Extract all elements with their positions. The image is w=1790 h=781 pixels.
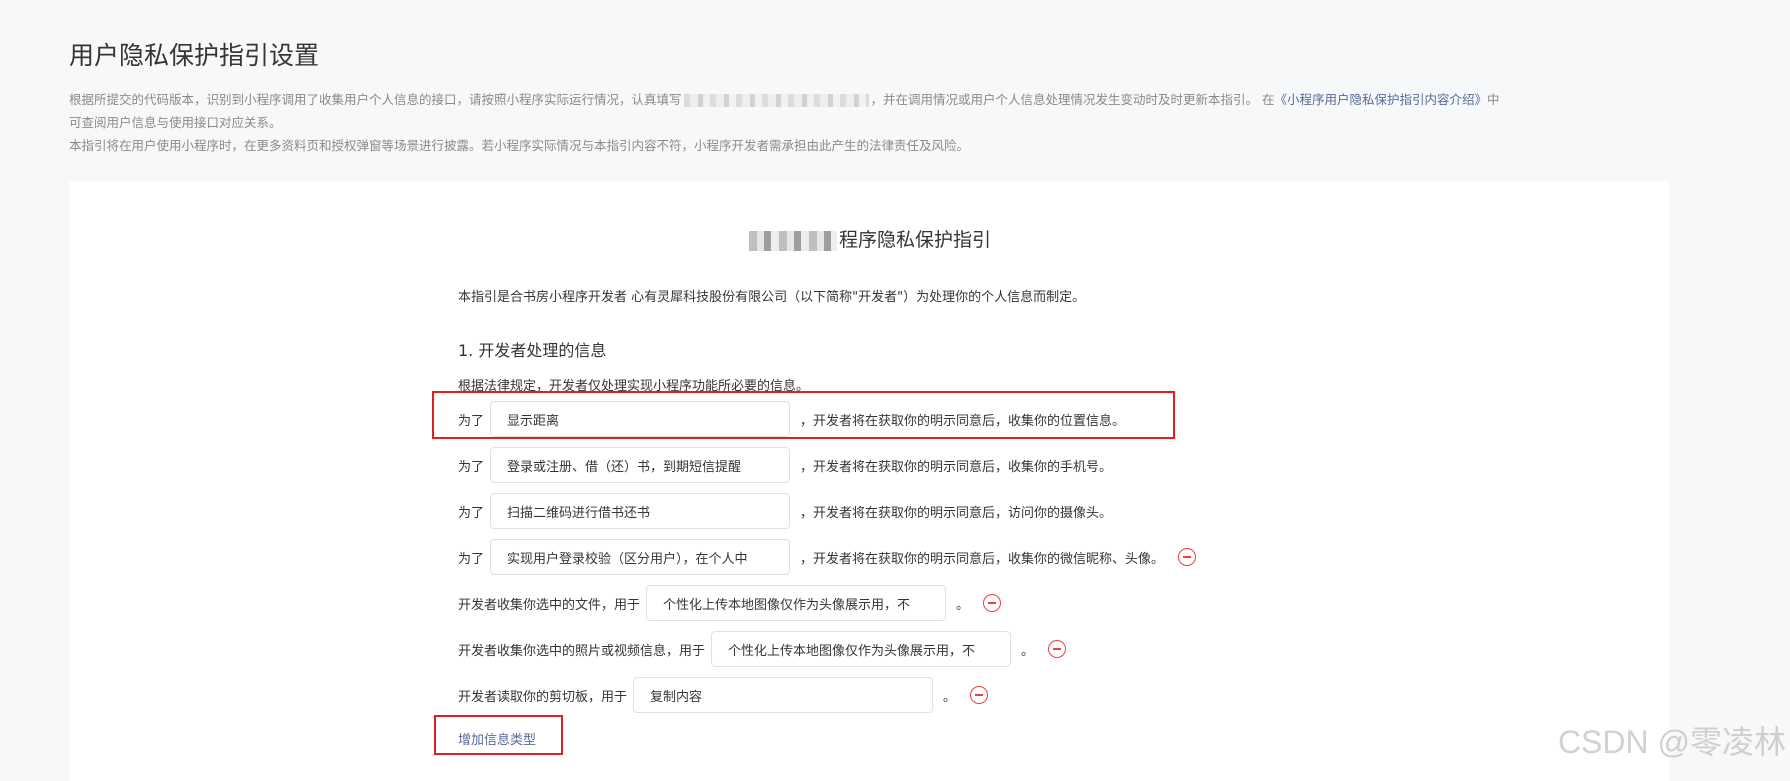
remove-circle-icon[interactable] [983, 594, 1002, 612]
highlight-box-add-link [434, 715, 563, 755]
row-prefix: 开发者读取你的剪切板，用于 [458, 689, 628, 705]
highlight-box-location-row [432, 391, 1175, 439]
doc-title: 程序隐私保护指引 [69, 225, 1669, 252]
description-text-2: ，并在调用情况或用户个人信息处理情况发生变动时及时更新本指引。 在 [870, 92, 1275, 107]
info-row-camera: 为了 扫描二维码进行借书还书 ，开发者将在获取你的明示同意后，访问你的摄像头。 [458, 493, 1112, 529]
page-title: 用户隐私保护指引设置 [69, 41, 320, 70]
row-prefix: 开发者收集你选中的文件，用于 [458, 597, 641, 613]
remove-circle-icon[interactable] [1178, 548, 1197, 566]
row-suffix: 。 [1021, 643, 1035, 659]
purpose-input-album[interactable]: 个性化上传本地图像仅作为头像展示用，不 [711, 631, 1012, 667]
row-prefix: 为了 [458, 505, 485, 521]
description-text-3: 中 [1487, 92, 1500, 107]
info-row-clipboard: 开发者读取你的剪切板，用于 复制内容 。 [458, 677, 989, 713]
redacted-app-name [683, 94, 869, 107]
row-prefix: 为了 [458, 551, 485, 567]
redacted-doc-app-name [748, 230, 837, 251]
description-line-1: 根据所提交的代码版本，识别到小程序调用了收集用户个人信息的接口，请按照小程序实际… [69, 88, 1669, 111]
purpose-input-userinfo[interactable]: 实现用户登录校验（区分用户），在个人中 [490, 539, 791, 575]
remove-circle-icon[interactable] [1048, 640, 1067, 658]
purpose-input-camera[interactable]: 扫描二维码进行借书还书 [490, 493, 791, 529]
description-line-2: 可查阅用户信息与使用接口对应关系。 [69, 115, 282, 130]
row-suffix: ，开发者将在获取你的明示同意后，收集你的微信昵称、头像。 [800, 551, 1165, 567]
csdn-watermark: CSDN @零凌林 [1557, 724, 1786, 760]
row-suffix: 。 [956, 597, 970, 613]
row-suffix: ，开发者将在获取你的明示同意后，收集你的手机号。 [800, 459, 1113, 475]
purpose-input-phone[interactable]: 登录或注册、借（还）书，到期短信提醒 [490, 447, 791, 483]
doc-title-text: 程序隐私保护指引 [838, 229, 991, 251]
doc-intro: 本指引是合书房小程序开发者 心有灵犀科技股份有限公司（以下简称"开发者"）为处理… [458, 290, 1086, 305]
row-prefix: 为了 [458, 459, 485, 475]
info-row-phone: 为了 登录或注册、借（还）书，到期短信提醒 ，开发者将在获取你的明示同意后，收集… [458, 447, 1112, 483]
info-row-userinfo: 为了 实现用户登录校验（区分用户），在个人中 ，开发者将在获取你的明示同意后，收… [458, 539, 1197, 575]
section-1-title: 1. 开发者处理的信息 [458, 341, 607, 360]
privacy-guide-card: 程序隐私保护指引 本指引是合书房小程序开发者 心有灵犀科技股份有限公司（以下简称… [69, 181, 1669, 781]
purpose-input-clipboard[interactable]: 复制内容 [633, 677, 934, 713]
info-row-file: 开发者收集你选中的文件，用于 个性化上传本地图像仅作为头像展示用，不 。 [458, 585, 1002, 621]
page-header: 用户隐私保护指引设置 根据所提交的代码版本，识别到小程序调用了收集用户个人信息的… [69, 38, 1669, 157]
row-suffix: 。 [943, 689, 957, 705]
remove-circle-icon[interactable] [970, 686, 989, 704]
description-text-1: 根据所提交的代码版本，识别到小程序调用了收集用户个人信息的接口，请按照小程序实际… [69, 92, 682, 107]
page-description: 根据所提交的代码版本，识别到小程序调用了收集用户个人信息的接口，请按照小程序实际… [69, 88, 1669, 157]
purpose-input-file[interactable]: 个性化上传本地图像仅作为头像展示用，不 [646, 585, 947, 621]
info-row-album: 开发者收集你选中的照片或视频信息，用于 个性化上传本地图像仅作为头像展示用，不 … [458, 631, 1067, 667]
guide-intro-link[interactable]: 《小程序用户隐私保护指引内容介绍》 [1275, 92, 1488, 107]
row-suffix: ，开发者将在获取你的明示同意后，访问你的摄像头。 [800, 505, 1113, 521]
description-line-3: 本指引将在用户使用小程序时，在更多资料页和授权弹窗等场景进行披露。若小程序实际情… [69, 138, 970, 153]
row-prefix: 开发者收集你选中的照片或视频信息，用于 [458, 643, 706, 659]
